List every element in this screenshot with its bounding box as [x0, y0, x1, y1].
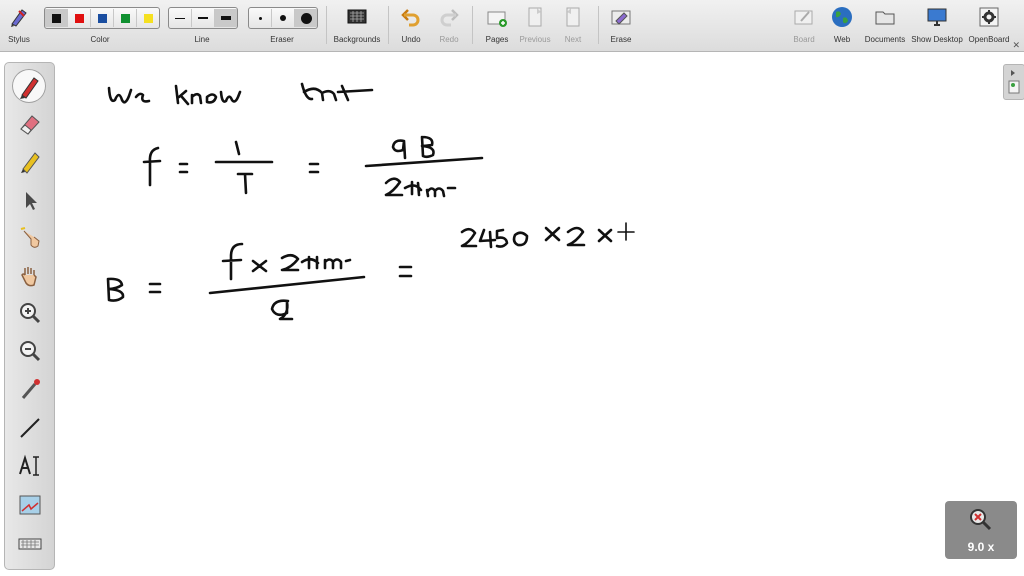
pen-tool-button[interactable]	[12, 69, 46, 103]
marker-tool-button[interactable]	[17, 149, 43, 175]
ink-stroke-eq3	[148, 282, 162, 294]
marker-icon	[21, 152, 40, 174]
ink-stroke-one	[214, 140, 274, 195]
ink-stroke-two	[566, 226, 586, 247]
ink-stroke-q	[270, 299, 294, 321]
laser-pointer-tool-button[interactable]	[17, 377, 43, 403]
line-tool-button[interactable]	[17, 415, 43, 441]
text-icon	[19, 454, 39, 476]
line-icon	[20, 418, 40, 438]
hand-icon	[21, 267, 37, 287]
zoom-magnifier-icon	[970, 509, 992, 531]
ink-stroke-we	[107, 86, 151, 104]
ink-stroke-2pim	[384, 177, 457, 198]
ink-stroke-plus	[617, 222, 635, 241]
zoom-in-icon	[20, 303, 41, 324]
ink-stroke-times1	[544, 226, 561, 242]
selector-tool-button[interactable]	[17, 187, 43, 213]
handwritten-ink	[106, 82, 635, 321]
laser-pointer-icon	[21, 379, 40, 399]
library-icon	[1008, 70, 1020, 94]
ink-stroke-qb	[391, 135, 435, 160]
virtual-keyboard-button[interactable]	[17, 531, 43, 557]
zoom-in-tool-button[interactable]	[17, 301, 43, 327]
eraser-tool-button[interactable]	[17, 111, 43, 137]
ink-stroke-times2	[597, 228, 613, 243]
ink-stroke-eq2	[308, 162, 320, 174]
ink-stroke-2450	[460, 227, 529, 249]
eraser-icon	[20, 115, 40, 135]
zoom-out-icon	[20, 341, 41, 362]
right-library-palette[interactable]	[1003, 64, 1024, 100]
capture-tool-button[interactable]	[17, 493, 43, 519]
ink-stroke-frac1	[364, 156, 484, 168]
ink-stroke-eq4	[398, 265, 413, 278]
ink-stroke-fx2pim	[221, 242, 352, 281]
zoom-level: 9.0 x	[967, 540, 995, 554]
ink-stroke-frac2	[208, 275, 366, 295]
zoom-indicator[interactable]: 9.0 x	[945, 501, 1017, 559]
text-tool-button[interactable]	[17, 453, 43, 479]
ink-stroke-b	[106, 277, 125, 302]
ink-stroke-f1	[142, 146, 162, 187]
ink-stroke-know	[174, 84, 242, 106]
pen-icon	[20, 77, 39, 99]
zoom-out-tool-button[interactable]	[17, 339, 43, 365]
ink-stroke-that	[300, 82, 374, 102]
interact-tool-button[interactable]	[17, 225, 43, 251]
screen-capture-icon	[19, 495, 41, 515]
left-tool-palette	[4, 62, 55, 570]
hand-tool-button[interactable]	[17, 263, 43, 289]
pointing-hand-icon	[20, 227, 40, 248]
arrow-pointer-icon	[26, 192, 37, 210]
keyboard-icon	[18, 538, 42, 550]
ink-stroke-eq1	[178, 162, 189, 174]
